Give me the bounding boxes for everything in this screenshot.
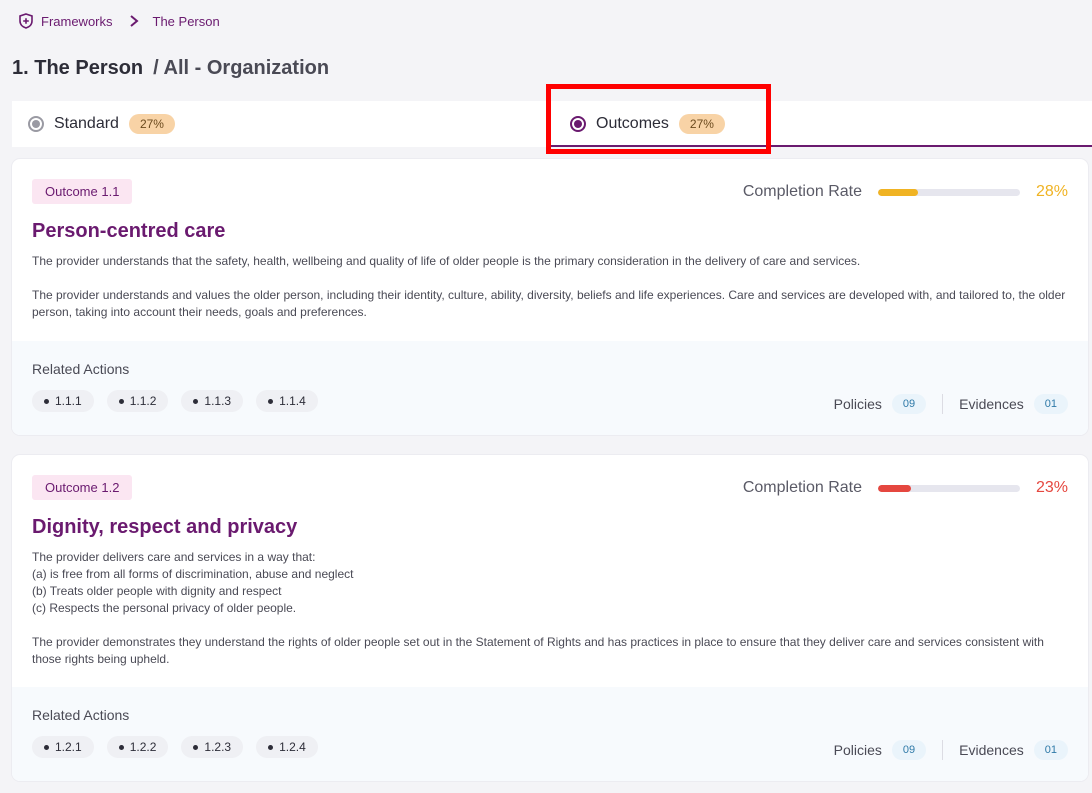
completion-value: 28% (1035, 183, 1068, 200)
evidences-count: 01 (1033, 394, 1068, 414)
breadcrumb-frameworks-link[interactable]: Frameworks (18, 13, 113, 29)
outcome-card: Outcome 1.2 Completion Rate 23% Dignity,… (12, 455, 1088, 781)
action-chip-label: 1.2.4 (279, 740, 306, 754)
progress-fill (878, 188, 918, 196)
breadcrumb-frameworks-label: Frameworks (41, 13, 113, 29)
outcome-title: Dignity, respect and privacy (32, 516, 298, 538)
action-chip-label: 1.1.2 (129, 394, 157, 408)
tab-standard-label: Standard (54, 115, 119, 132)
evidences-count: 01 (1033, 740, 1068, 760)
standard-radio[interactable] (28, 116, 44, 132)
breadcrumb: Frameworks The Person (18, 11, 220, 31)
action-chip-label: 1.2.2 (129, 740, 157, 754)
action-chip-label: 1.2.3 (204, 740, 232, 754)
tab-outcomes-label: Outcomes (596, 115, 669, 132)
completion-label: Completion Rate (742, 479, 862, 496)
policies-label[interactable]: Policies (834, 742, 882, 758)
action-chip[interactable]: 1.1.4 (256, 390, 318, 412)
breadcrumb-current: The Person (152, 13, 220, 29)
tab-bar: Standard 27% Outcomes 27% (12, 101, 1092, 147)
outcomes-percent-badge: 27% (678, 114, 725, 134)
standard-percent-badge: 27% (128, 114, 175, 134)
divider (942, 394, 944, 414)
page-title: 1. The Person / All - Organization (12, 57, 329, 80)
evidences-label[interactable]: Evidences (959, 742, 1024, 758)
outcome-card: Outcome 1.1 Completion Rate 28% Person-c… (12, 159, 1088, 435)
evidences-label[interactable]: Evidences (959, 396, 1024, 412)
counts: Policies 09 Evidences 01 (834, 394, 1068, 414)
divider (942, 740, 944, 760)
outcome-tag: Outcome 1.2 (32, 475, 133, 500)
action-chip[interactable]: 1.2.2 (106, 736, 169, 758)
action-chip[interactable]: 1.1.3 (181, 390, 244, 412)
tab-standard[interactable]: Standard 27% (12, 101, 548, 147)
action-chip[interactable]: 1.1.2 (106, 390, 169, 412)
action-chip[interactable]: 1.2.3 (181, 736, 244, 758)
action-chip-label: 1.2.1 (55, 740, 82, 754)
outcome-description: The provider demonstrates they understan… (32, 635, 1044, 666)
shield-plus-icon (19, 13, 33, 29)
completion-value: 23% (1035, 479, 1068, 496)
outcome-description: The provider understands and values the … (32, 288, 1066, 319)
tab-outcomes[interactable]: Outcomes 27% (548, 101, 1092, 147)
policies-label[interactable]: Policies (834, 396, 882, 412)
action-chip[interactable]: 1.2.4 (256, 736, 318, 758)
card-footer: Related Actions 1.2.1 1.2.2 1.2.3 1.2.4 … (12, 687, 1088, 781)
related-actions-label: Related Actions (32, 707, 130, 723)
outcome-description: The provider understands that the safety… (32, 254, 861, 268)
completion-rate: Completion Rate 28% (743, 183, 1068, 201)
policies-count: 09 (891, 740, 927, 760)
outcomes-radio[interactable] (570, 116, 586, 132)
outcome-title: Person-centred care (32, 220, 226, 242)
counts: Policies 09 Evidences 01 (834, 740, 1068, 760)
page-title-text: 1. The Person (12, 57, 144, 79)
progress-fill (878, 484, 911, 492)
completion-rate: Completion Rate 23% (743, 479, 1068, 497)
action-chip-label: 1.1.3 (204, 394, 232, 408)
card-footer: Related Actions 1.1.1 1.1.2 1.1.3 1.1.4 … (12, 341, 1088, 435)
chevron-right-icon (129, 15, 139, 27)
action-chip-label: 1.1.4 (279, 394, 306, 408)
related-actions-label: Related Actions (32, 361, 130, 377)
outcome-tag: Outcome 1.1 (32, 179, 133, 204)
completion-label: Completion Rate (742, 183, 862, 200)
outcome-description: The provider delivers care and services … (32, 550, 354, 615)
policies-count: 09 (891, 394, 927, 414)
action-chip[interactable]: 1.1.1 (32, 390, 94, 412)
action-chip[interactable]: 1.2.1 (32, 736, 94, 758)
progress-bar (878, 188, 1020, 196)
progress-bar (878, 484, 1020, 492)
action-chip-label: 1.1.1 (55, 394, 82, 408)
page-scope: / All - Organization (153, 57, 330, 79)
